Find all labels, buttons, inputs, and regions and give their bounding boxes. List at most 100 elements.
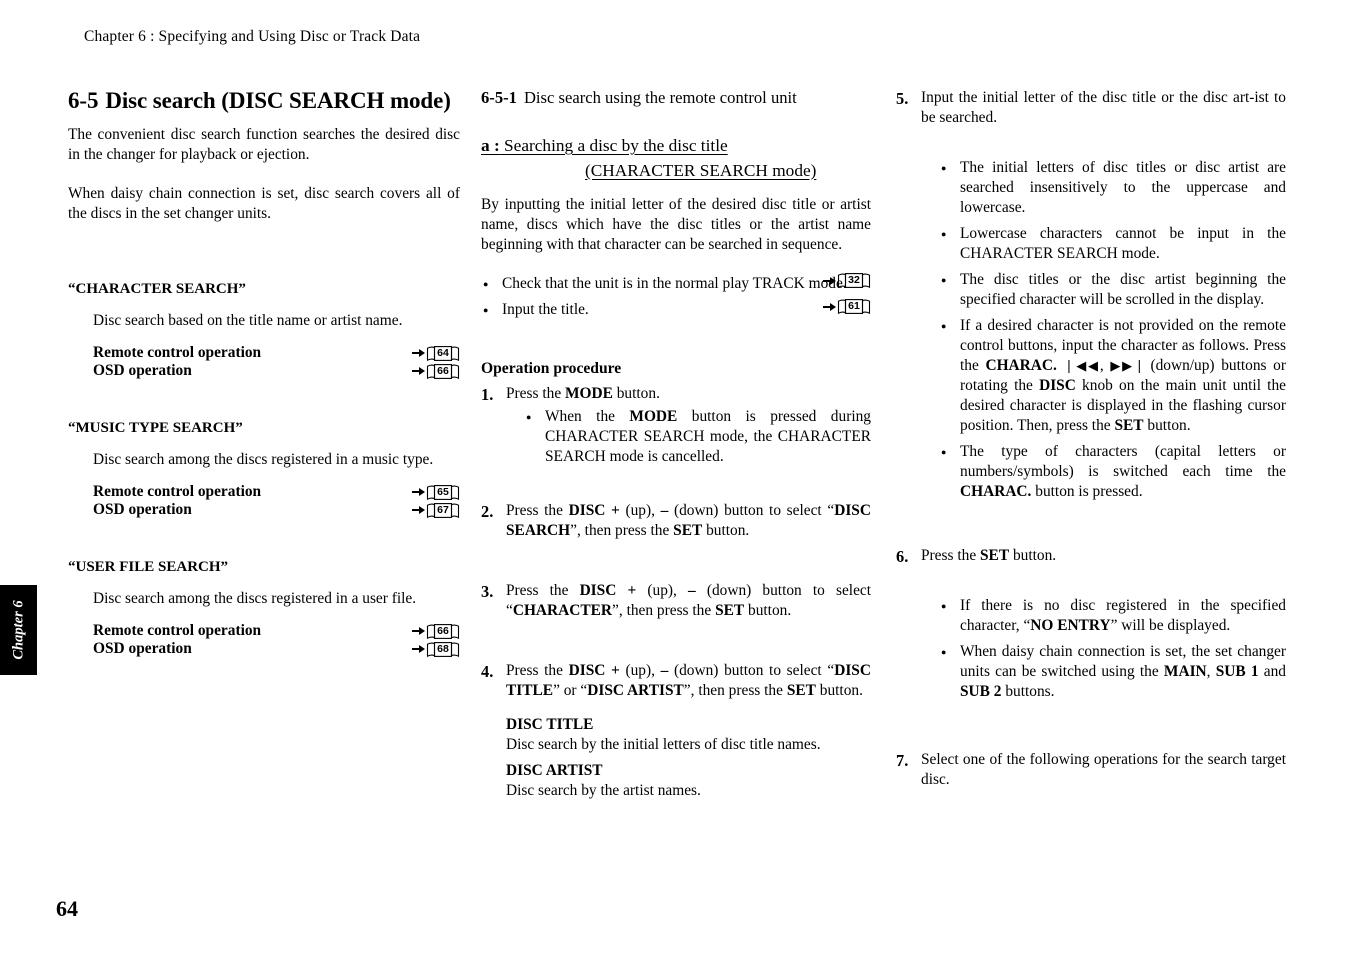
intro-paragraph-1: The convenient disc search function sear… [68,126,460,164]
subsection-title-text: Disc search using the remote control uni… [523,88,797,107]
step-number: 6. [896,547,909,567]
ref-row-music-type-remote: Remote control operation 65 [68,483,460,501]
open-book-icon: 66 [426,623,460,640]
page-reference[interactable]: 65 [412,484,460,501]
search-mode-name-user-file: “USER FILE SEARCH” [68,559,229,576]
step-number: 5. [896,89,909,108]
step-6-bullets: If there is no disc registered in the sp… [921,596,1286,702]
definition-body: Disc search by the artist names. [506,782,701,800]
page-reference[interactable]: 64 [412,345,460,362]
page-reference[interactable]: 61 [823,298,871,315]
open-book-icon: 65 [426,484,460,501]
search-mode-desc-user-file: Disc search among the discs registered i… [93,590,417,608]
arrow-right-icon [823,302,836,311]
list-item: The initial letters of disc titles or di… [939,158,1286,218]
page-reference[interactable]: 68 [412,641,460,658]
step-4: 4. Press the DISC + (up), – (down) butto… [481,661,871,801]
list-item: Check that the unit is in the normal pla… [481,272,871,294]
open-book-icon: 68 [426,641,460,658]
page-reference-number: 66 [437,364,449,377]
page-reference-number: 64 [437,346,449,359]
arrow-right-icon [823,276,836,285]
list-item: The type of characters (capital letters … [939,442,1286,502]
definition-disc-title: DISC TITLE Disc search by the initial le… [506,715,871,755]
step-number: 4. [481,662,494,682]
running-head: Chapter 6 : Specifying and Using Disc or… [84,28,421,45]
step-5: 5. Input the initial letter of the disc … [896,88,1286,502]
list-item: If a desired character is not provided o… [939,316,1286,436]
ref-label: OSD operation [93,501,192,519]
middle-intro-paragraph: By inputting the initial letter of the d… [481,196,871,254]
page-reference-number: 61 [848,300,860,313]
section-title-text: Disc search (DISC SEARCH mode) [105,88,451,113]
arrow-right-icon [412,506,425,515]
page-reference[interactable]: 67 [412,502,460,519]
operation-steps: 1. Press the MODE button. When the MODE … [481,384,871,801]
section-number: 6-5 [68,88,99,113]
subsection-number: 6-5-1 [481,88,517,107]
ref-label: Remote control operation [93,622,262,640]
list-item: The disc titles or the disc artist begin… [939,270,1286,310]
page-reference-number: 66 [437,624,449,637]
step-number: 7. [896,751,909,771]
step-text: Press the DISC + (up), – (down) button t… [506,662,871,700]
step-3: 3. Press the DISC + (up), – (down) butto… [481,581,871,621]
ref-row-user-file-remote: Remote control operation 66 [68,622,460,640]
left-column: 6-5 Disc search (DISC SEARCH mode) The co… [68,88,460,658]
heading-a: a : Searching a disc by the disc title (… [481,134,871,183]
ref-row-user-file-osd: OSD operation 68 [68,640,460,658]
page-reference-number: 32 [848,274,860,287]
step-text: Press the MODE button. [506,385,660,403]
ref-label: OSD operation [93,640,192,658]
bullet-text: Check that the unit is in the normal pla… [502,275,847,293]
step-1-bullets: When the MODE button is pressed during C… [506,407,871,467]
arrow-right-icon [412,367,425,376]
step-text: Press the SET button. [921,547,1057,565]
list-item: If there is no disc registered in the sp… [939,596,1286,636]
step-text: Input the initial letter of the disc tit… [921,89,1286,127]
open-book-icon: 32 [837,272,871,289]
middle-intro-bullets: Check that the unit is in the normal pla… [481,272,871,320]
step-2: 2. Press the DISC + (up), – (down) butto… [481,501,871,541]
list-item: When the MODE button is pressed during C… [524,407,871,467]
open-book-icon: 66 [426,363,460,380]
step-number: 3. [481,582,494,602]
search-mode-desc-music-type: Disc search among the discs registered i… [93,451,434,469]
operation-procedure-heading: Operation procedure [481,360,622,378]
list-item: Lowercase characters cannot be input in … [939,224,1286,264]
open-book-icon: 64 [426,345,460,362]
right-column: 5. Input the initial letter of the disc … [896,88,1286,790]
page-reference-number: 67 [437,503,449,516]
intro-paragraph-2: When daisy chain connection is set, disc… [68,185,460,223]
definition-body: Disc search by the initial letters of di… [506,736,821,754]
page-reference-number: 68 [437,642,449,655]
arrow-right-icon [412,627,425,636]
heading-a-line1: Searching a disc by the disc title [504,136,728,155]
step-5-bullets: The initial letters of disc titles or di… [921,158,1286,502]
step-1: 1. Press the MODE button. When the MODE … [481,384,871,467]
page-reference-number: 65 [437,485,449,498]
chapter-tab-label: Chapter 6 [10,600,26,660]
manual-page: Chapter 6 : Specifying and Using Disc or… [0,0,1351,954]
heading-a-marker: a : [481,136,500,155]
ref-label: OSD operation [93,362,192,380]
list-item: Input the title. 61 [481,298,871,320]
ref-row-character-osd: OSD operation 66 [68,362,460,380]
ref-row-music-type-osd: OSD operation 67 [68,501,460,519]
list-item: When daisy chain connection is set, the … [939,642,1286,702]
page-reference[interactable]: 66 [412,623,460,640]
open-book-icon: 67 [426,502,460,519]
arrow-right-icon [412,488,425,497]
heading-a-line2: (CHARACTER SEARCH mode) [585,160,817,180]
subsection-title: 6-5-1 Disc search using the remote contro… [481,88,871,108]
page-number: 64 [56,896,78,921]
middle-column: 6-5-1 Disc search using the remote contro… [481,88,871,801]
operation-steps-continued: 5. Input the initial letter of the disc … [896,88,1286,790]
step-number: 2. [481,502,494,522]
step-number: 1. [481,385,494,405]
ref-label: Remote control operation [93,344,262,362]
arrow-right-icon [412,645,425,654]
open-book-icon: 61 [837,298,871,315]
definition-title: DISC TITLE [506,716,594,734]
page-reference[interactable]: 66 [412,363,460,380]
